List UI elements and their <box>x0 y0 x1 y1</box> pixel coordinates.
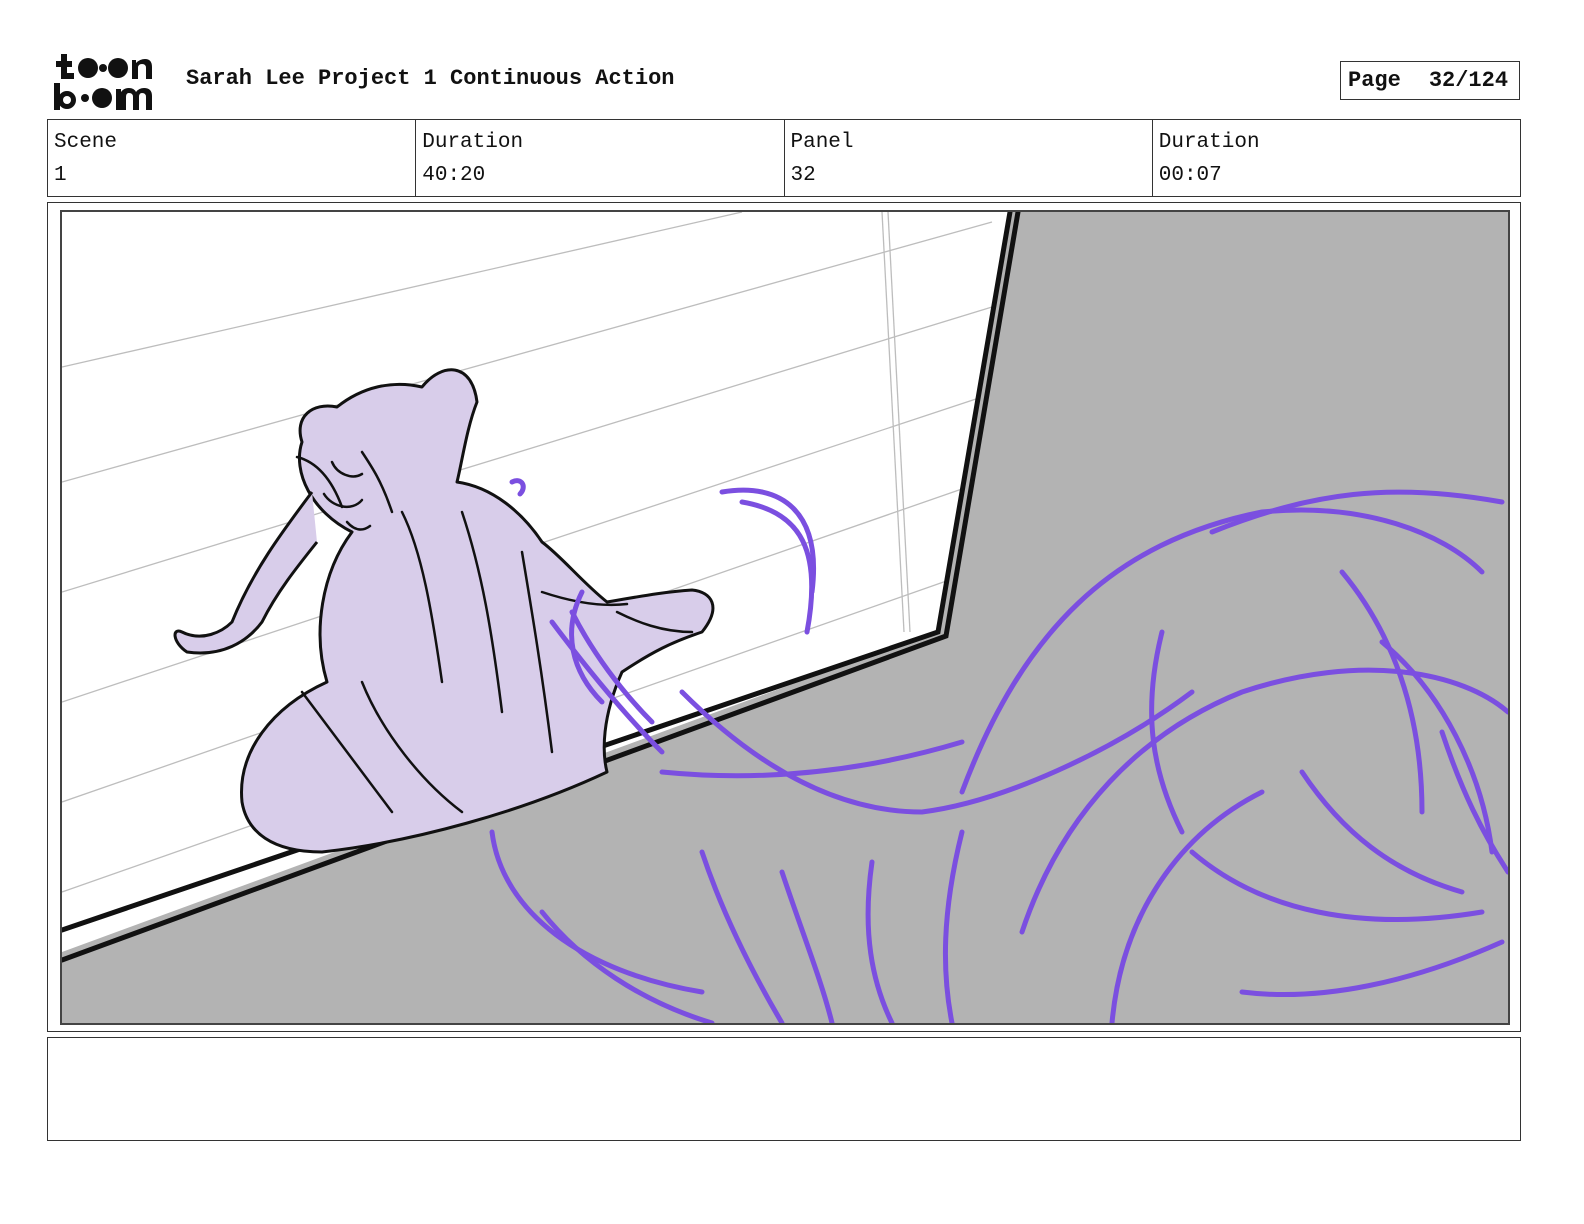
page-label: Page <box>1348 68 1401 93</box>
page-indicator: Page 32/124 <box>1340 61 1520 100</box>
scene-duration-value: 40:20 <box>422 164 486 187</box>
storyboard-panel-frame <box>47 202 1521 1032</box>
scene-cell: Scene 1 <box>48 120 417 196</box>
panel-info-table: Scene 1 Duration 40:20 Panel 32 Duration… <box>47 119 1521 197</box>
panel-duration-label: Duration <box>1158 131 1260 154</box>
scene-label: Scene <box>54 131 118 154</box>
panel-cell: Panel 32 <box>785 120 1153 196</box>
panel-sketch <box>62 212 1508 1023</box>
scene-duration-label: Duration <box>422 131 524 154</box>
panel-duration-cell: Duration 00:07 <box>1153 120 1520 196</box>
storyboard-drawing <box>60 210 1510 1025</box>
panel-notes-box <box>47 1037 1521 1141</box>
panel-label: Panel <box>790 131 854 154</box>
scene-value: 1 <box>54 164 67 187</box>
panel-duration-value: 00:07 <box>1158 164 1222 187</box>
toon-boom-logo <box>52 52 164 112</box>
project-title: Sarah Lee Project 1 Continuous Action <box>186 66 675 91</box>
panel-value: 32 <box>790 164 816 187</box>
scene-duration-cell: Duration 40:20 <box>416 120 785 196</box>
gray-wall <box>62 212 1508 1023</box>
page-number: 32/124 <box>1428 68 1509 93</box>
